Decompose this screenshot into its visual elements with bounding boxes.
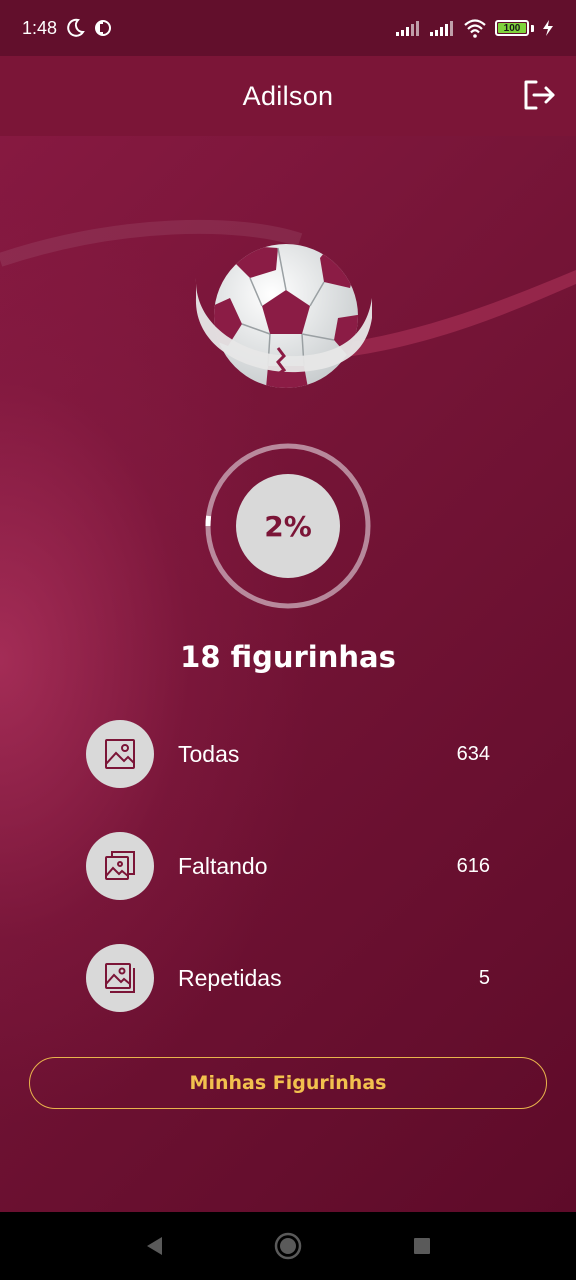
progress-percent: 2%: [264, 509, 312, 543]
home-icon[interactable]: [273, 1231, 303, 1261]
charging-icon: [543, 20, 553, 36]
soccer-ball-logo: [195, 244, 372, 388]
system-nav-bar: [0, 1212, 576, 1280]
page-title: Adilson: [242, 80, 334, 111]
progress-indicator: 2%: [236, 474, 340, 578]
app-bar: Adilson: [0, 56, 576, 136]
moon-icon: [67, 18, 85, 37]
progress-arc: [205, 515, 212, 527]
stat-value: 634: [456, 742, 490, 765]
app-screen: 2% 18 figurinhas Todas 634 Faltando 616: [0, 0, 576, 1212]
sticker-count-title: 18 figurinhas: [180, 640, 396, 674]
image-icon: [86, 720, 154, 788]
wifi-icon: [464, 19, 486, 38]
status-time: 1:48: [22, 17, 58, 38]
stat-row-repetidas[interactable]: Repetidas 5: [86, 944, 490, 1012]
images-stack-icon: [86, 832, 154, 900]
recents-icon[interactable]: [407, 1231, 437, 1261]
stat-label: Faltando: [178, 852, 268, 879]
my-stickers-button[interactable]: Minhas Figurinhas: [29, 1057, 547, 1109]
stat-row-faltando[interactable]: Faltando 616: [86, 832, 490, 900]
signal-icon: [430, 21, 453, 36]
images-duplicate-icon: [86, 944, 154, 1012]
status-bar: 1:48 100: [0, 0, 576, 56]
stat-value: 5: [478, 966, 490, 989]
stat-label: Repetidas: [178, 964, 282, 991]
battery-level: 100: [503, 22, 521, 34]
data-saver-icon: [95, 20, 112, 36]
my-stickers-button-label: Minhas Figurinhas: [189, 1072, 387, 1094]
stat-label: Todas: [178, 740, 240, 767]
stat-value: 616: [456, 854, 490, 877]
back-icon[interactable]: [139, 1231, 169, 1261]
logout-icon[interactable]: [522, 78, 556, 112]
battery-icon: 100: [495, 20, 529, 36]
signal-icon: [396, 21, 419, 36]
stat-row-todas[interactable]: Todas 634: [86, 720, 490, 788]
